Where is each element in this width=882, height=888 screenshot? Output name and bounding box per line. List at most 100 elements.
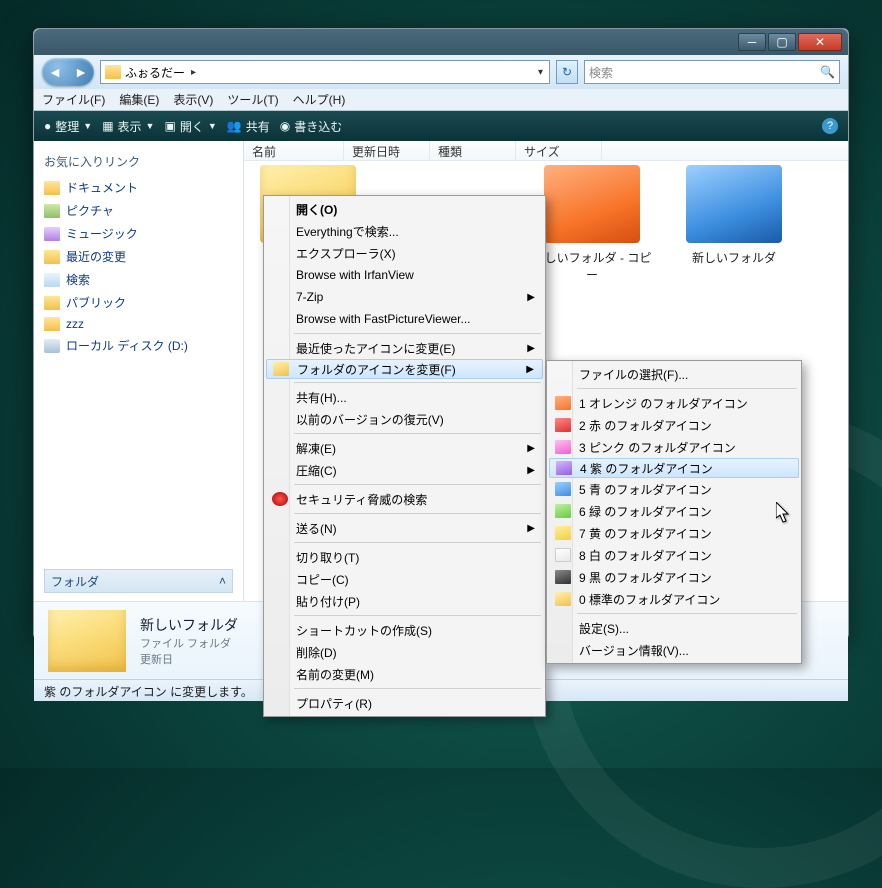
cmd-view[interactable]: ▦ 表示 ▼ [102,118,154,135]
submenu-folder-colors: ファイルの選択(F)... 1 オレンジ のフォルダアイコン 2 赤 のフォルダ… [546,360,802,664]
ctx-thaw[interactable]: 解凍(E)▶ [266,437,543,459]
folder-green-icon [555,504,571,518]
col-name[interactable]: 名前 [244,141,344,160]
sub-red[interactable]: 2 赤 のフォルダアイコン [549,414,799,436]
help-button[interactable]: ? [822,118,838,134]
ctx-recent-icon[interactable]: 最近使ったアイコンに変更(E)▶ [266,337,543,359]
sidebar-item-public[interactable]: パブリック [44,291,233,314]
folder-item-orange[interactable]: 新しいフォルダ - コピー [532,165,652,283]
sub-blue[interactable]: 5 青 のフォルダアイコン [549,478,799,500]
search-icon: 🔍 [820,65,835,79]
ctx-create-shortcut[interactable]: ショートカットの作成(S) [266,619,543,641]
folder-color-icon [273,362,289,376]
cmd-open[interactable]: ▣ 開く ▼ [164,118,216,135]
music-icon [44,227,60,241]
folder-item-blue[interactable]: 新しいフォルダ [674,165,794,266]
ctx-cut[interactable]: 切り取り(T) [266,546,543,568]
col-size[interactable]: サイズ [516,141,602,160]
context-menu: 開く(O) Everythingで検索... エクスプローラ(X) Browse… [263,195,546,717]
ctx-irfanview[interactable]: Browse with IrfanView [266,264,543,286]
sidebar-item-music[interactable]: ミュージック [44,222,233,245]
menu-view[interactable]: 表示(V) [173,91,213,108]
menu-help[interactable]: ヘルプ(H) [293,91,346,108]
folder-white-icon [555,548,571,562]
folder-label: 新しいフォルダ [674,249,794,266]
menu-edit[interactable]: 編集(E) [119,91,159,108]
search-folder-icon [44,273,60,287]
sidebar-item-recent[interactable]: 最近の変更 [44,245,233,268]
forward-icon: ► [74,64,88,80]
chevron-up-icon: ˄ [219,574,226,588]
disk-icon [44,339,60,353]
sub-settings[interactable]: 設定(S)... [549,617,799,639]
breadcrumb-arrow-icon[interactable]: ▸ [189,67,198,78]
ctx-change-folder-icon[interactable]: フォルダのアイコンを変更(F)▶ [266,359,543,379]
minimize-button[interactable]: ─ [738,33,766,51]
ctx-7zip[interactable]: 7-Zip▶ [266,286,543,308]
folder-orange-icon [555,396,571,410]
folder-blue-icon [555,482,571,496]
ctx-share[interactable]: 共有(H)... [266,386,543,408]
ctx-explorer[interactable]: エクスプローラ(X) [266,242,543,264]
ctx-compress[interactable]: 圧縮(C)▶ [266,459,543,481]
sub-standard[interactable]: 0 標準のフォルダアイコン [549,588,799,610]
sidebar-item-zzz[interactable]: zzz [44,314,233,334]
col-date[interactable]: 更新日時 [344,141,430,160]
folder-purple-icon [556,461,572,475]
command-bar: ● 整理 ▼ ▦ 表示 ▼ ▣ 開く ▼ 👥 共有 ◉ 書き込む ? [34,111,848,141]
sidebar-item-pictures[interactable]: ピクチャ [44,199,233,222]
submenu-arrow-icon: ▶ [527,343,535,354]
details-date-label: 更新日 [140,651,238,667]
refresh-button[interactable]: ↻ [556,60,578,84]
sub-select-file[interactable]: ファイルの選択(F)... [549,363,799,385]
ctx-open[interactable]: 開く(O) [266,198,543,220]
cmd-share[interactable]: 👥 共有 [227,118,270,135]
ctx-previous-versions[interactable]: 以前のバージョンの復元(V) [266,408,543,430]
recent-icon [44,250,60,264]
sidebar-item-disk-d[interactable]: ローカル ディスク (D:) [44,334,233,357]
folder-standard-icon [555,592,571,606]
sidebar-item-search[interactable]: 検索 [44,268,233,291]
folders-tree-header[interactable]: フォルダ˄ [44,569,233,593]
ctx-copy[interactable]: コピー(C) [266,568,543,590]
public-icon [44,296,60,310]
ctx-paste[interactable]: 貼り付け(P) [266,590,543,612]
sub-yellow[interactable]: 7 黄 のフォルダアイコン [549,522,799,544]
ctx-properties[interactable]: プロパティ(R) [266,692,543,714]
sub-version[interactable]: バージョン情報(V)... [549,639,799,661]
close-button[interactable]: ✕ [798,33,842,51]
maximize-button[interactable]: ▢ [768,33,796,51]
ctx-send-to[interactable]: 送る(N)▶ [266,517,543,539]
address-dropdown-icon[interactable]: ▾ [536,67,545,78]
col-type[interactable]: 種類 [430,141,516,160]
sub-white[interactable]: 8 白 のフォルダアイコン [549,544,799,566]
nav-row: ◄ ► ふぉるだー ▸ ▾ ↻ 検索 🔍 [34,55,848,89]
sub-orange[interactable]: 1 オレンジ のフォルダアイコン [549,392,799,414]
ctx-delete[interactable]: 削除(D) [266,641,543,663]
ctx-everything[interactable]: Everythingで検索... [266,220,543,242]
zzz-icon [44,317,60,331]
submenu-arrow-icon: ▶ [527,465,535,476]
sub-pink[interactable]: 3 ピンク のフォルダアイコン [549,436,799,458]
search-input[interactable]: 検索 🔍 [584,60,840,84]
menu-file[interactable]: ファイル(F) [42,91,105,108]
sub-purple[interactable]: 4 紫 のフォルダアイコン [549,458,799,478]
menu-tools[interactable]: ツール(T) [227,91,278,108]
nav-back-forward[interactable]: ◄ ► [42,58,94,86]
sub-green[interactable]: 6 緑 のフォルダアイコン [549,500,799,522]
ctx-fastpicture[interactable]: Browse with FastPictureViewer... [266,308,543,330]
pictures-icon [44,204,60,218]
submenu-arrow-icon: ▶ [526,364,534,375]
sub-black[interactable]: 9 黒 のフォルダアイコン [549,566,799,588]
column-headers: 名前 更新日時 種類 サイズ [244,141,848,161]
cmd-organize[interactable]: ● 整理 ▼ [44,118,92,135]
submenu-arrow-icon: ▶ [527,523,535,534]
details-type: ファイル フォルダ [140,635,238,651]
folder-label: 新しいフォルダ - コピー [532,249,652,283]
ctx-security-scan[interactable]: セキュリティ脅威の検索 [266,488,543,510]
details-folder-icon [48,610,126,672]
cmd-burn[interactable]: ◉ 書き込む [280,118,343,135]
sidebar-item-documents[interactable]: ドキュメント [44,176,233,199]
address-bar[interactable]: ふぉるだー ▸ ▾ [100,60,550,84]
ctx-rename[interactable]: 名前の変更(M) [266,663,543,685]
